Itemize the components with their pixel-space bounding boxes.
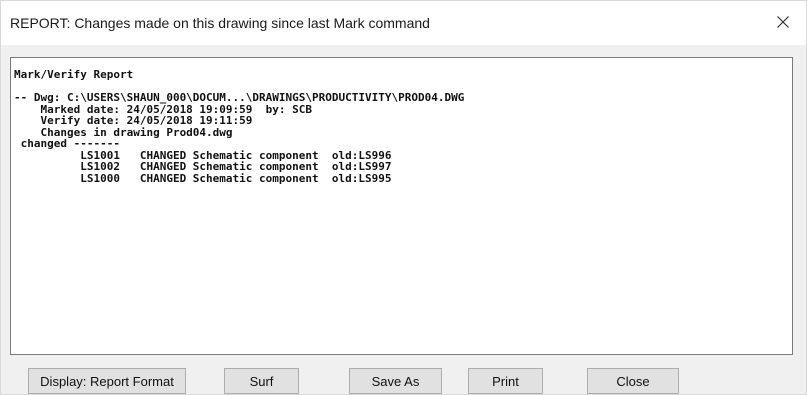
dialog-title: REPORT: Changes made on this drawing sin… <box>10 15 430 31</box>
close-button[interactable]: Close <box>587 368 679 394</box>
report-text-area[interactable]: Mark/Verify Report -- Dwg: C:\USERS\SHAU… <box>10 57 793 355</box>
print-button[interactable]: Print <box>468 368 543 394</box>
close-window-button[interactable] <box>768 7 798 37</box>
close-icon <box>777 16 789 28</box>
surf-button[interactable]: Surf <box>224 368 299 394</box>
save-as-button[interactable]: Save As <box>349 368 442 394</box>
title-bar: REPORT: Changes made on this drawing sin… <box>1 1 806 45</box>
report-content: Mark/Verify Report -- Dwg: C:\USERS\SHAU… <box>11 58 792 184</box>
display-format-button[interactable]: Display: Report Format <box>28 368 186 394</box>
report-line: LS1000 CHANGED Schematic component old:L… <box>14 171 392 185</box>
report-line: Mark/Verify Report <box>14 68 134 81</box>
report-dialog: REPORT: Changes made on this drawing sin… <box>0 0 807 395</box>
